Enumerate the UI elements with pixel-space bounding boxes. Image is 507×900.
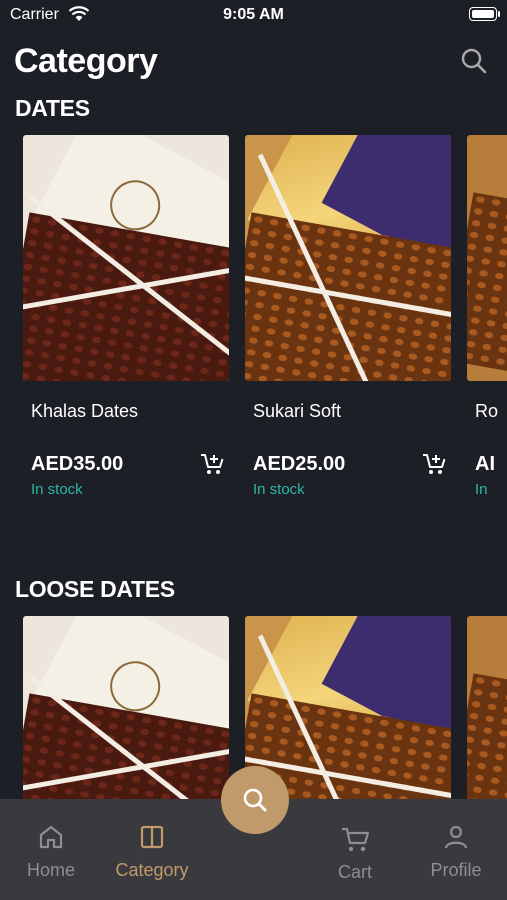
nav-cart[interactable]: Cart — [305, 825, 405, 883]
stock-status: In stock — [253, 481, 305, 498]
product-row-dates[interactable]: Khalas Dates AED35.00 In stock Sukari So… — [0, 135, 507, 515]
product-name[interactable]: Khalas Dates — [31, 401, 231, 422]
product-price: AED35.00 — [31, 453, 124, 475]
nav-category-label: Category — [115, 860, 189, 880]
stock-status: In stock — [31, 481, 83, 498]
search-icon — [243, 788, 267, 812]
add-to-cart-icon[interactable] — [421, 451, 447, 477]
search-icon[interactable] — [459, 46, 489, 76]
product-image-partial[interactable] — [467, 135, 507, 381]
battery-icon — [469, 7, 500, 21]
product-name[interactable]: Sukari Soft — [253, 401, 453, 422]
nav-category[interactable]: Category — [102, 823, 202, 881]
nav-profile-label: Profile — [430, 860, 482, 880]
home-icon — [39, 825, 63, 849]
add-to-cart-icon[interactable] — [199, 451, 225, 477]
product-card[interactable] — [23, 616, 231, 806]
nav-home-label: Home — [26, 860, 75, 880]
cart-icon — [342, 827, 370, 852]
product-image-partial[interactable] — [467, 616, 507, 806]
stock-status: In — [475, 481, 488, 498]
section-title-dates: DATES — [15, 95, 90, 121]
product-price: AI — [475, 453, 495, 475]
profile-icon — [444, 825, 468, 849]
search-fab-button[interactable] — [221, 766, 289, 834]
product-image-khalas[interactable] — [23, 135, 229, 381]
nav-profile[interactable]: Profile — [406, 823, 506, 881]
product-card[interactable]: Sukari Soft AED25.00 In stock — [245, 135, 453, 498]
product-card[interactable]: Khalas Dates AED35.00 In stock — [23, 135, 231, 498]
section-title-loose-dates: LOOSE DATES — [15, 576, 175, 602]
product-name[interactable]: Ro — [475, 401, 507, 422]
product-card[interactable]: Ro AI In — [467, 135, 507, 498]
product-image-khalas[interactable] — [23, 616, 229, 806]
product-card[interactable] — [467, 616, 507, 806]
page-title: Category — [14, 42, 158, 80]
nav-cart-label: Cart — [337, 862, 372, 882]
category-icon — [140, 825, 164, 849]
status-time: 9:05 AM — [223, 6, 284, 23]
status-bar: Carrier 9:05 AM — [0, 0, 507, 32]
nav-home[interactable]: Home — [1, 823, 101, 881]
product-price: AED25.00 — [253, 453, 346, 475]
product-image-sukari[interactable] — [245, 135, 451, 381]
